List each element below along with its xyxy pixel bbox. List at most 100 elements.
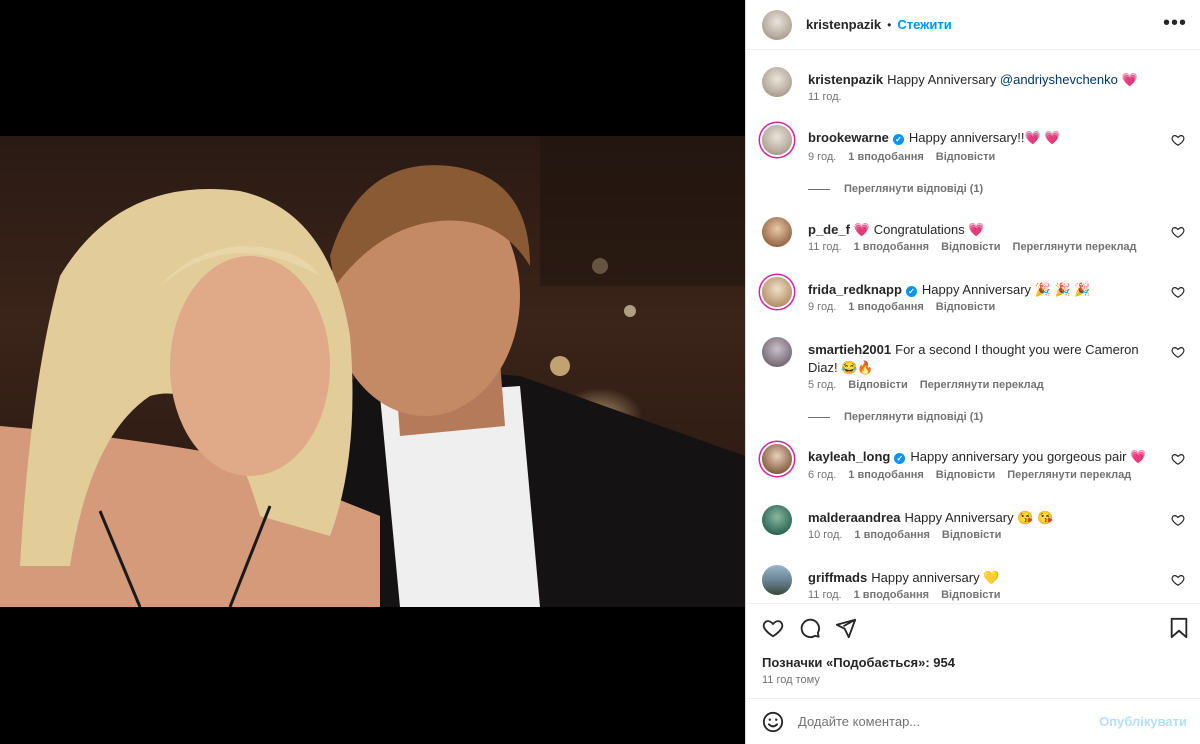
reply-button[interactable]: Відповісти [942, 529, 1001, 541]
comment-time[interactable]: 6 год. [808, 469, 836, 481]
caption-time[interactable]: 11 год. [808, 91, 842, 103]
comment-likes[interactable]: 1 вподобання [854, 589, 929, 601]
comment-avatar[interactable] [762, 505, 792, 535]
caption-emoji: 💗 [1121, 72, 1138, 87]
replies-line [808, 188, 830, 190]
reply-button[interactable]: Відповісти [848, 379, 907, 391]
translate-button[interactable]: Переглянути переклад [920, 379, 1044, 391]
post-photo[interactable] [0, 136, 745, 607]
verified-badge: ✓ [905, 286, 917, 297]
comment-likes[interactable]: 1 вподобання [854, 241, 929, 253]
comment-likes[interactable]: 1 вподобання [848, 151, 923, 163]
comment-meta: 11 год. 1 вподобання Відповісти [808, 589, 1001, 601]
post-comment-button[interactable]: Опублікувати [1099, 714, 1187, 729]
comments-list[interactable]: kristenpazik Happy Anniversary @andriyshe… [746, 51, 1200, 603]
heart-icon[interactable] [1171, 513, 1185, 527]
comment-username[interactable]: brookewarne [808, 130, 889, 145]
author-avatar[interactable] [762, 9, 792, 40]
add-comment-bar: Опублікувати [746, 698, 1200, 744]
post-media [0, 0, 745, 744]
comment-avatar[interactable] [762, 337, 792, 367]
reply-button[interactable]: Відповісти [941, 589, 1000, 601]
comment-avatar[interactable] [762, 565, 792, 595]
comment-meta: 10 год. 1 вподобання Відповісти [808, 529, 1001, 541]
share-icon[interactable] [835, 617, 857, 639]
post-time[interactable]: 11 год тому [762, 674, 820, 686]
follow-button[interactable]: Стежити [897, 17, 951, 32]
like-heart-icon[interactable] [762, 617, 784, 639]
view-replies-button[interactable]: Переглянути відповіді (1) [808, 183, 983, 195]
comment-username[interactable]: malderaandrea [808, 510, 901, 525]
reply-button[interactable]: Відповісти [941, 241, 1000, 253]
heart-icon[interactable] [1171, 452, 1185, 466]
caption-meta: 11 год. [808, 91, 842, 103]
comment-meta: 11 год. 1 вподобання Відповісти Переглян… [808, 241, 1137, 253]
comment-likes[interactable]: 1 вподобання [854, 529, 929, 541]
comment-body: frida_redknapp ✓ Happy Anniversary 🎉 🎉 🎉 [808, 281, 1168, 299]
view-replies-label: Переглянути відповіді (1) [844, 183, 984, 195]
comment-time[interactable]: 11 год. [808, 589, 842, 601]
bookmark-icon[interactable] [1169, 617, 1189, 639]
post-header: kristenpazik • Стежити ••• [746, 0, 1200, 50]
comment-username[interactable]: frida_redknapp [808, 282, 902, 297]
comment-time[interactable]: 9 год. [808, 301, 836, 313]
comment-body: smartieh2001 For a second I thought you w… [808, 341, 1168, 377]
comment-text: Happy Anniversary 😘 😘 [904, 510, 1054, 525]
comment-username[interactable]: griffmads [808, 570, 867, 585]
comment-avatar[interactable] [762, 217, 792, 247]
comment-icon[interactable] [799, 617, 821, 639]
heart-icon[interactable] [1171, 345, 1185, 359]
comment-text: Happy Anniversary 🎉 🎉 🎉 [921, 282, 1091, 297]
more-icon[interactable]: ••• [1163, 13, 1187, 33]
comment-text: Happy anniversary!!💗 💗 [908, 130, 1061, 145]
author-username[interactable]: kristenpazik [806, 17, 881, 32]
replies-line [808, 416, 830, 418]
comment-time[interactable]: 10 год. [808, 529, 842, 541]
smile-icon[interactable] [762, 711, 784, 733]
comment-avatar[interactable] [762, 125, 792, 155]
caption-username[interactable]: kristenpazik [808, 72, 883, 87]
heart-icon[interactable] [1171, 225, 1185, 239]
comment-input[interactable] [798, 714, 1098, 729]
comment-body: p_de_f 💗 Congratulations 💗 [808, 221, 1168, 239]
translate-button[interactable]: Переглянути переклад [1013, 241, 1137, 253]
action-bar: Позначки «Подобається»: 954 11 год тому [746, 603, 1200, 698]
comment-meta: 9 год. 1 вподобання Відповісти [808, 301, 995, 313]
comment-time[interactable]: 5 год. [808, 379, 836, 391]
comment-avatar[interactable] [762, 444, 792, 474]
heart-icon[interactable] [1171, 573, 1185, 587]
comment-avatar[interactable] [762, 277, 792, 307]
post-side-panel: kristenpazik • Стежити ••• kristenpazik H… [745, 0, 1200, 744]
heart-icon[interactable] [1171, 133, 1185, 147]
photo-illustration [0, 136, 745, 607]
reply-button[interactable]: Відповісти [936, 469, 995, 481]
heart-icon[interactable] [1171, 285, 1185, 299]
comment-likes[interactable]: 1 вподобання [848, 469, 923, 481]
comment-text: 💗 Congratulations 💗 [853, 222, 985, 237]
comment-text: Happy anniversary 💛 [871, 570, 1000, 585]
caption-body: kristenpazik Happy Anniversary @andriyshe… [808, 71, 1168, 89]
comment-body: brookewarne ✓ Happy anniversary!!💗 💗 [808, 129, 1168, 147]
comment-body: kayleah_long ✓ Happy anniversary you gorge… [808, 448, 1168, 466]
comment-meta: 6 год. 1 вподобання Відповісти Перегляну… [808, 469, 1131, 481]
comment-time[interactable]: 11 год. [808, 241, 842, 253]
reply-button[interactable]: Відповісти [936, 301, 995, 313]
translate-button[interactable]: Переглянути переклад [1007, 469, 1131, 481]
separator-dot: • [887, 17, 892, 32]
comment-body: malderaandrea Happy Anniversary 😘 😘 [808, 509, 1168, 527]
likes-count[interactable]: Позначки «Подобається»: 954 [762, 655, 955, 670]
verified-badge: ✓ [892, 134, 904, 145]
comment-likes[interactable]: 1 вподобання [848, 301, 923, 313]
comment-username[interactable]: smartieh2001 [808, 342, 891, 357]
comment-time[interactable]: 9 год. [808, 151, 836, 163]
comment-body: griffmads Happy anniversary 💛 [808, 569, 1168, 587]
comment-meta: 9 год. 1 вподобання Відповісти [808, 151, 995, 163]
reply-button[interactable]: Відповісти [936, 151, 995, 163]
view-replies-button[interactable]: Переглянути відповіді (1) [808, 411, 983, 423]
caption-avatar[interactable] [762, 67, 792, 97]
comment-username[interactable]: p_de_f [808, 222, 850, 237]
comment-username[interactable]: kayleah_long [808, 449, 890, 464]
caption-mention[interactable]: @andriyshevchenko [1000, 72, 1118, 87]
comment-meta: 5 год. Відповісти Переглянути переклад [808, 379, 1044, 391]
verified-badge: ✓ [894, 453, 906, 464]
